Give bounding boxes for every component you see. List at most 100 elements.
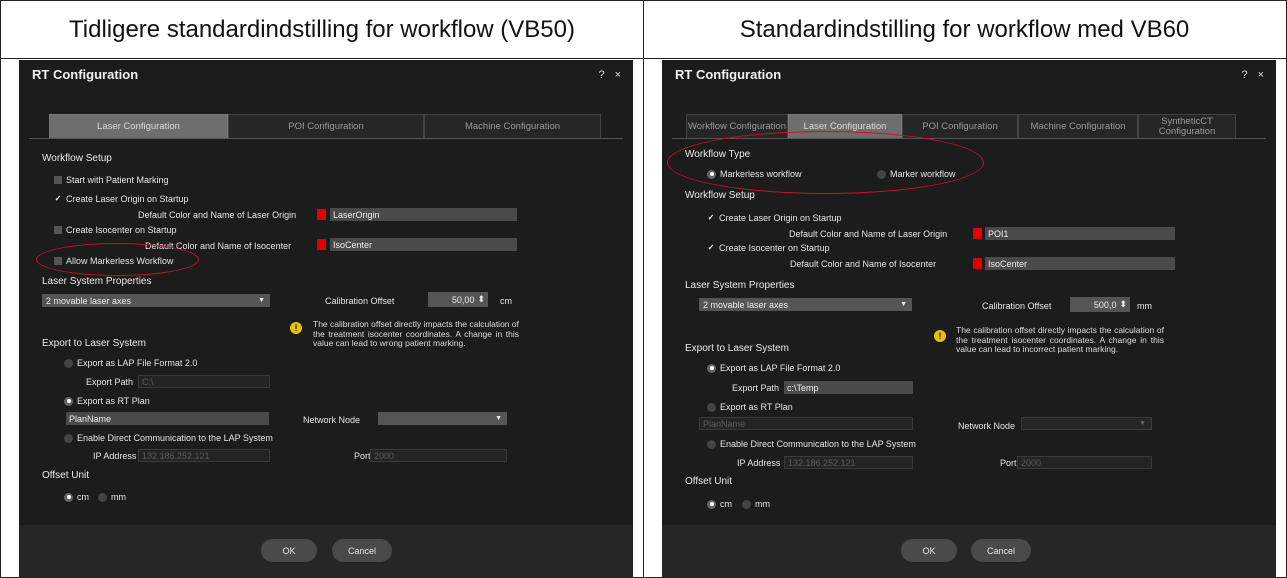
header-left: Tidligere standardindstilling for workfl… bbox=[69, 15, 575, 43]
radio-icon bbox=[64, 433, 73, 443]
ok-button[interactable]: OK bbox=[261, 539, 317, 562]
direct-communication-radio[interactable]: Enable Direct Communication to the LAP S… bbox=[64, 433, 273, 443]
laser-system-properties-heading: Laser System Properties bbox=[685, 280, 795, 291]
offset-unit-heading: Offset Unit bbox=[42, 470, 90, 481]
calibration-warning-text: The calibration offset directly impacts … bbox=[313, 319, 519, 348]
laser-origin-label: Default Color and Name of Laser Origin bbox=[138, 210, 297, 220]
radio-selected-icon bbox=[64, 396, 73, 406]
export-to-laser-heading: Export to Laser System bbox=[685, 343, 789, 354]
export-to-laser-heading: Export to Laser System bbox=[42, 338, 146, 349]
laser-origin-color-swatch[interactable] bbox=[317, 209, 326, 220]
tab-poi-configuration[interactable]: POI Configuration bbox=[228, 114, 424, 138]
port-label: Port bbox=[1000, 458, 1017, 468]
unit-cm-radio[interactable]: cm bbox=[64, 492, 89, 502]
rt-config-dialog-vb50: RT Configuration ? × Laser Configuration… bbox=[19, 60, 633, 578]
tab-syntheticct-configuration[interactable]: SyntheticCT Configuration bbox=[1138, 114, 1236, 138]
laser-origin-name-input[interactable]: POI1 bbox=[985, 227, 1175, 240]
direct-communication-radio[interactable]: Enable Direct Communication to the LAP S… bbox=[707, 439, 916, 449]
warning-icon: ! bbox=[934, 330, 946, 342]
ok-button[interactable]: OK bbox=[901, 539, 957, 562]
cancel-button[interactable]: Cancel bbox=[971, 539, 1031, 562]
laser-axes-select[interactable]: 2 movable laser axes ▼ bbox=[42, 294, 270, 307]
laser-axes-select[interactable]: 2 movable laser axes ▼ bbox=[699, 298, 912, 311]
dialog-footer: OK Cancel bbox=[662, 525, 1276, 578]
port-input[interactable]: 2000 bbox=[370, 449, 507, 462]
tab-machine-configuration[interactable]: Machine Configuration bbox=[424, 114, 601, 138]
port-input[interactable]: 2000 bbox=[1017, 456, 1152, 469]
export-rt-plan-radio[interactable]: Export as RT Plan bbox=[707, 402, 793, 412]
checkmark-icon: ✓ bbox=[54, 194, 62, 203]
dropdown-arrow-icon: ▼ bbox=[900, 301, 907, 308]
tab-poi-configuration[interactable]: POI Configuration bbox=[902, 114, 1018, 138]
create-isocenter-checkbox[interactable]: Create Isocenter on Startup bbox=[54, 225, 177, 235]
create-laser-origin-checkbox[interactable]: ✓ Create Laser Origin on Startup bbox=[707, 213, 842, 223]
checkbox-icon bbox=[54, 176, 62, 184]
help-icon[interactable]: ? bbox=[598, 69, 604, 81]
calibration-warning-text: The calibration offset directly impacts … bbox=[956, 325, 1164, 354]
radio-icon bbox=[707, 402, 716, 412]
export-path-label: Export Path bbox=[732, 383, 780, 393]
cancel-button[interactable]: Cancel bbox=[332, 539, 392, 562]
unit-mm-radio[interactable]: mm bbox=[98, 492, 126, 502]
help-icon[interactable]: ? bbox=[1241, 69, 1247, 81]
radio-selected-icon bbox=[64, 492, 73, 502]
laser-config-panel: Workflow Type Markerless workflow Marker… bbox=[667, 131, 1266, 523]
export-lap-radio[interactable]: Export as LAP File Format 2.0 bbox=[707, 363, 840, 373]
calibration-offset-spinbox[interactable]: 50,00 ⬍ bbox=[428, 292, 488, 307]
close-icon[interactable]: × bbox=[615, 69, 621, 81]
dropdown-arrow-icon: ▼ bbox=[258, 297, 265, 304]
radio-icon bbox=[707, 439, 716, 449]
calibration-offset-label: Calibration Offset bbox=[325, 296, 395, 306]
spin-arrows-icon: ⬍ bbox=[477, 294, 485, 304]
create-isocenter-checkbox[interactable]: ✓ Create Isocenter on Startup bbox=[707, 243, 830, 253]
rt-config-dialog-vb60: RT Configuration ? × Workflow Configurat… bbox=[662, 60, 1276, 578]
tab-machine-configuration[interactable]: Machine Configuration bbox=[1018, 114, 1138, 138]
plan-name-input[interactable]: PlanName bbox=[699, 417, 913, 430]
network-node-select[interactable]: ▼ bbox=[1021, 417, 1152, 430]
dialog-title: RT Configuration bbox=[32, 67, 139, 82]
warning-icon: ! bbox=[290, 322, 302, 334]
unit-cm-radio[interactable]: cm bbox=[707, 499, 732, 509]
radio-selected-icon bbox=[707, 499, 716, 509]
unit-mm-radio[interactable]: mm bbox=[742, 499, 770, 509]
export-path-input[interactable]: c:\Temp bbox=[784, 381, 913, 394]
ip-address-label: IP Address bbox=[93, 451, 137, 461]
laser-system-properties-heading: Laser System Properties bbox=[42, 276, 152, 287]
workflow-setup-heading: Workflow Setup bbox=[42, 153, 112, 164]
isocenter-color-swatch[interactable] bbox=[973, 258, 982, 269]
port-label: Port bbox=[354, 451, 371, 461]
create-laser-origin-checkbox[interactable]: ✓ Create Laser Origin on Startup bbox=[54, 194, 189, 204]
calibration-offset-spinbox[interactable]: 500,0 ⬍ bbox=[1070, 297, 1130, 312]
radio-icon bbox=[98, 492, 107, 502]
laser-origin-color-swatch[interactable] bbox=[973, 228, 982, 239]
dropdown-arrow-icon: ▼ bbox=[1139, 420, 1146, 427]
tab-laser-configuration[interactable]: Laser Configuration bbox=[49, 114, 228, 138]
isocenter-label: Default Color and Name of Isocenter bbox=[790, 259, 937, 269]
calibration-unit: cm bbox=[500, 296, 512, 306]
close-icon[interactable]: × bbox=[1258, 69, 1264, 81]
network-node-select[interactable]: ▼ bbox=[378, 412, 507, 425]
export-lap-radio[interactable]: Export as LAP File Format 2.0 bbox=[64, 358, 197, 368]
laser-origin-label: Default Color and Name of Laser Origin bbox=[789, 229, 948, 239]
ip-address-input[interactable]: 132.186.252.121 bbox=[138, 449, 270, 462]
isocenter-color-swatch[interactable] bbox=[317, 239, 326, 250]
table-column-divider bbox=[643, 0, 644, 578]
radio-icon bbox=[742, 499, 751, 509]
start-patient-marking-checkbox[interactable]: Start with Patient Marking bbox=[54, 175, 169, 185]
ip-address-input[interactable]: 132.186.252.121 bbox=[784, 456, 913, 469]
laser-origin-name-input[interactable]: LaserOrigin bbox=[330, 208, 517, 221]
checkmark-icon: ✓ bbox=[707, 213, 715, 222]
spin-arrows-icon: ⬍ bbox=[1119, 299, 1127, 309]
plan-name-input[interactable]: PlanName bbox=[66, 412, 269, 425]
checkbox-icon bbox=[54, 226, 62, 234]
laser-config-panel: Workflow Setup Start with Patient Markin… bbox=[29, 138, 623, 523]
dialog-footer: OK Cancel bbox=[19, 525, 633, 578]
highlight-ellipse bbox=[667, 131, 984, 194]
isocenter-name-input[interactable]: IsoCenter bbox=[985, 257, 1175, 270]
export-rt-plan-radio[interactable]: Export as RT Plan bbox=[64, 396, 150, 406]
export-path-input[interactable]: C:\ bbox=[138, 375, 270, 388]
ip-address-label: IP Address bbox=[737, 458, 781, 468]
isocenter-name-input[interactable]: IsoCenter bbox=[330, 238, 517, 251]
highlight-ellipse bbox=[36, 243, 199, 276]
offset-unit-heading: Offset Unit bbox=[685, 476, 733, 487]
